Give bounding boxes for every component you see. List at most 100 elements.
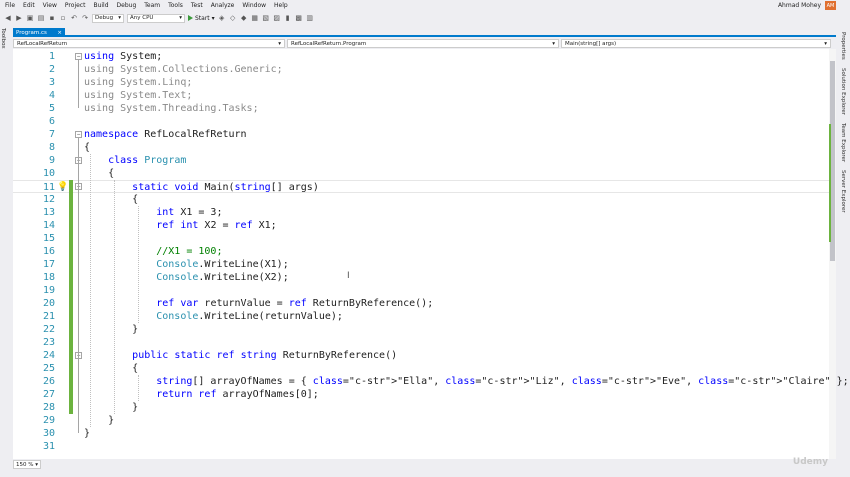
- close-icon[interactable]: ×: [57, 30, 62, 36]
- right-tab-server-explorer[interactable]: Server Explorer: [840, 170, 846, 213]
- class-label: RefLocalRefReturn.Program: [291, 40, 367, 47]
- right-tab-properties[interactable]: Properties: [840, 32, 846, 60]
- play-icon: [188, 15, 193, 21]
- code-line[interactable]: 4 using System.Text;: [13, 89, 829, 102]
- code-line[interactable]: 26 string[] arrayOfNames = { class="c-st…: [13, 375, 849, 388]
- code-line[interactable]: 2 using System.Collections.Generic;: [13, 63, 829, 76]
- toolbar-icon[interactable]: ◈: [218, 14, 226, 22]
- toolbar-icon[interactable]: ◇: [229, 14, 237, 22]
- code-line[interactable]: 15: [13, 232, 829, 245]
- code-line[interactable]: 12 {: [13, 193, 829, 206]
- code-line[interactable]: 14 ref int X2 = ref X1;: [13, 219, 829, 232]
- right-tab-team-explorer[interactable]: Team Explorer: [840, 123, 846, 162]
- save-all-icon[interactable]: ▫: [59, 14, 67, 22]
- configuration-select[interactable]: Debug ▾: [92, 13, 124, 23]
- bookmark-icon[interactable]: ▮: [284, 14, 292, 22]
- toolbar-icon[interactable]: ▧: [262, 14, 270, 22]
- code-line[interactable]: 17 Console.WriteLine(X1);: [13, 258, 829, 271]
- menu-test[interactable]: Test: [187, 2, 207, 9]
- fold-line: [78, 60, 79, 108]
- code-line[interactable]: 10 {: [13, 167, 829, 180]
- menu-file[interactable]: File: [0, 2, 19, 9]
- member-select[interactable]: Main(string[] args) ▾: [561, 39, 831, 48]
- code-line[interactable]: 22 }: [13, 323, 829, 336]
- code-line[interactable]: 8{: [13, 141, 829, 154]
- code-line[interactable]: 6: [13, 115, 829, 128]
- line-number: 20: [42, 298, 55, 309]
- toolbar-icon[interactable]: ▩: [295, 14, 303, 22]
- watermark-logo: Udemy: [792, 457, 828, 467]
- code-line[interactable]: 16 //X1 = 100;: [13, 245, 829, 258]
- undo-icon[interactable]: ↶: [70, 14, 78, 22]
- code-line[interactable]: 13 int X1 = 3;: [13, 206, 829, 219]
- line-number: 12: [42, 194, 55, 205]
- menu-tools[interactable]: Tools: [164, 2, 187, 9]
- menu-help[interactable]: Help: [270, 2, 292, 9]
- project-select[interactable]: RefLocalRefReturn ▾: [13, 39, 285, 48]
- line-number: 17: [42, 259, 55, 270]
- start-label: Start: [195, 14, 210, 22]
- collapse-icon[interactable]: −: [75, 53, 82, 60]
- menu-window[interactable]: Window: [238, 2, 270, 9]
- code-line[interactable]: 24 public static ref string ReturnByRefe…: [13, 349, 829, 362]
- code-line[interactable]: 1 using System;: [13, 50, 829, 63]
- collapse-icon[interactable]: −: [75, 131, 82, 138]
- code-line[interactable]: 5 using System.Threading.Tasks;: [13, 102, 829, 115]
- zoom-label: 150 %: [16, 461, 34, 468]
- toolbox-tab[interactable]: Toolbox: [0, 28, 6, 49]
- menu-debug[interactable]: Debug: [113, 2, 141, 9]
- platform-select[interactable]: Any CPU ▾: [127, 13, 185, 23]
- right-tool-strip: Properties Solution Explorer Team Explorer…: [836, 28, 850, 468]
- toolbar-icon[interactable]: ▦: [251, 14, 259, 22]
- menu-project[interactable]: Project: [61, 2, 90, 9]
- start-button[interactable]: Start ▾: [188, 15, 215, 22]
- toolbar-icon[interactable]: ▨: [273, 14, 281, 22]
- code-editor[interactable]: 💡 I 1 using System; 2 using System.Collecti…: [13, 49, 849, 459]
- back-icon[interactable]: ◀: [4, 14, 12, 22]
- indent-guide: [90, 154, 92, 427]
- user-account[interactable]: Ahmad Mohey AM: [778, 1, 836, 10]
- line-number: 24: [42, 350, 55, 361]
- save-icon[interactable]: ▪: [48, 14, 56, 22]
- class-select[interactable]: RefLocalRefReturn.Program ▾: [287, 39, 559, 48]
- code-line[interactable]: 28 }: [13, 401, 829, 414]
- menu-build[interactable]: Build: [89, 2, 112, 9]
- code-line[interactable]: 18 Console.WriteLine(X2);: [13, 271, 829, 284]
- zoom-select[interactable]: 150 % ▾: [13, 460, 41, 469]
- menu-team[interactable]: Team: [140, 2, 164, 9]
- open-icon[interactable]: ▤: [37, 14, 45, 22]
- menu-analyze[interactable]: Analyze: [207, 2, 239, 9]
- code-text: class Program: [108, 155, 187, 166]
- code-line[interactable]: 7 namespace RefLocalRefReturn: [13, 128, 829, 141]
- right-tab-solution-explorer[interactable]: Solution Explorer: [840, 68, 846, 115]
- code-line[interactable]: 25 {: [13, 362, 829, 375]
- code-line[interactable]: 9 class Program: [13, 154, 829, 167]
- code-line[interactable]: 11 static void Main(string[] args): [13, 180, 829, 193]
- line-number: 23: [42, 337, 55, 348]
- code-line[interactable]: 20 ref var returnValue = ref ReturnByRef…: [13, 297, 829, 310]
- line-number: 29: [42, 415, 55, 426]
- code-line[interactable]: 23: [13, 336, 829, 349]
- menu-edit[interactable]: Edit: [19, 2, 39, 9]
- change-bar: [69, 180, 73, 414]
- toolbar-icon[interactable]: ▥: [306, 14, 314, 22]
- code-line[interactable]: 3 using System.Linq;: [13, 76, 829, 89]
- code-line[interactable]: 27 return ref arrayOfNames[0];: [13, 388, 829, 401]
- avatar[interactable]: AM: [825, 1, 836, 10]
- code-line[interactable]: 29 }: [13, 414, 829, 427]
- menu-view[interactable]: View: [39, 2, 61, 9]
- forward-icon[interactable]: ▶: [15, 14, 23, 22]
- code-line[interactable]: 31: [13, 440, 829, 453]
- new-project-icon[interactable]: ▣: [26, 14, 34, 22]
- tab-program-cs[interactable]: Program.cs ×: [13, 28, 65, 37]
- toolbar-icon[interactable]: ◆: [240, 14, 248, 22]
- code-line[interactable]: 30}: [13, 427, 829, 440]
- code-text: ref int X2 = ref X1;: [156, 220, 277, 231]
- code-text: {: [84, 142, 91, 153]
- fold-line: [78, 359, 79, 407]
- code-line[interactable]: 19: [13, 284, 829, 297]
- toolbox-strip: Toolbox: [0, 28, 12, 468]
- redo-icon[interactable]: ↷: [81, 14, 89, 22]
- vertical-scrollbar[interactable]: [829, 49, 836, 459]
- code-line[interactable]: 21 Console.WriteLine(returnValue);: [13, 310, 829, 323]
